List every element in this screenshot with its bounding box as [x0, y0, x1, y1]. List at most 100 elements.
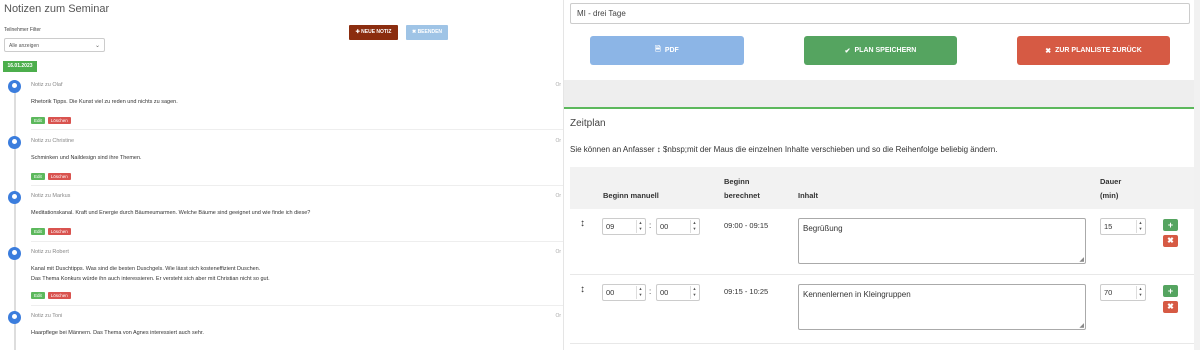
scrollbar[interactable]	[1194, 0, 1200, 350]
note-meta: Or	[555, 82, 561, 88]
minute-value: 00	[660, 288, 669, 297]
note-item: Notiz zu Christine Or Schminken und Nail…	[8, 136, 563, 191]
divider	[570, 343, 1195, 344]
note-meta: Or	[555, 249, 561, 255]
file-pdf-icon: 🗎	[655, 46, 661, 53]
time-separator: :	[649, 287, 652, 296]
col-begin-calc-line-2: berechnet	[724, 191, 760, 200]
drag-handle-icon: ↕	[656, 145, 661, 154]
col-begin-manual: Beginn manuell	[603, 191, 659, 200]
time-separator: :	[649, 221, 652, 230]
note-heading: Notiz zu Toni	[31, 313, 63, 319]
note-text: Kanal mit Duschtipps. Was sind die beste…	[31, 266, 261, 272]
spinner-icon[interactable]: ▲ ▼	[690, 220, 698, 233]
notes-title: Notizen zum Seminar	[4, 3, 110, 15]
spinner-icon[interactable]: ▲ ▼	[636, 220, 644, 233]
delete-button[interactable]: Löschen	[47, 292, 71, 299]
edit-button[interactable]: Edit	[31, 228, 45, 235]
table-row: ↕ 09 ▲ ▼ : 00 ▲ ▼ 09:00 - 09:15 Begrüßung …	[570, 210, 1195, 277]
note-item: Notiz zu Markus Or Meditationskanal. Kra…	[8, 191, 563, 246]
duration-value: 70	[1104, 288, 1113, 297]
delete-button[interactable]: Löschen	[47, 228, 71, 235]
note-item: Notiz zu Robert Or Kanal mit Duschtipps.…	[8, 247, 563, 310]
plan-name-input[interactable]: MI - drei Tage	[570, 3, 1190, 24]
divider	[31, 241, 563, 242]
spinner-icon[interactable]: ▲ ▼	[636, 286, 644, 299]
date-badge: 16.01.2023	[3, 61, 37, 72]
user-icon	[8, 311, 21, 324]
note-text: Schminken und Naildesign sind ihre Theme…	[31, 155, 142, 161]
edit-button[interactable]: Edit	[31, 117, 45, 124]
content-textarea[interactable]: Kennenlernen in Kleingruppen ◢	[798, 284, 1086, 330]
note-heading: Notiz zu Robert	[31, 249, 69, 255]
duration-input[interactable]: 15 ▲ ▼	[1100, 218, 1146, 235]
save-plan-label: PLAN SPEICHERN	[854, 47, 917, 54]
minute-value: 00	[660, 222, 669, 231]
minute-input[interactable]: 00 ▲ ▼	[656, 218, 700, 235]
resize-grip-icon[interactable]: ◢	[1079, 322, 1084, 329]
col-begin-calc-line-1: Beginn	[724, 177, 750, 186]
user-icon	[8, 136, 21, 149]
note-meta: Or	[555, 313, 561, 319]
note-heading: Notiz zu Christine	[31, 138, 75, 144]
divider	[31, 129, 563, 130]
hint-text: Sie können an Anfasser ↕ $nbsp;mit der M…	[570, 145, 997, 154]
note-heading: Notiz zu Markus	[31, 193, 71, 199]
content-value: Kennenlernen in Kleingruppen	[803, 290, 911, 299]
delete-button[interactable]: Löschen	[47, 117, 71, 124]
content-textarea[interactable]: Begrüßung ◢	[798, 218, 1086, 264]
duration-value: 15	[1104, 222, 1113, 231]
duration-input[interactable]: 70 ▲ ▼	[1100, 284, 1146, 301]
divider	[31, 185, 563, 186]
note-meta: Or	[555, 138, 561, 144]
remove-row-button[interactable]: ✖	[1163, 235, 1178, 247]
spinner-icon[interactable]: ▲ ▼	[690, 286, 698, 299]
check-icon: ✔	[844, 47, 851, 55]
spinner-icon[interactable]: ▲ ▼	[1136, 286, 1144, 299]
section-title: Zeitplan	[570, 118, 606, 129]
save-plan-button[interactable]: ✔ PLAN SPEICHERN	[804, 36, 957, 65]
new-note-button[interactable]: ✚ NEUE NOTIZ	[349, 25, 398, 40]
drag-handle-icon[interactable]: ↕	[580, 284, 585, 295]
participant-filter-select[interactable]: Alle anzeigen ⌄	[4, 38, 105, 52]
edit-button[interactable]: Edit	[31, 173, 45, 180]
end-button[interactable]: ✖ BEENDEN	[406, 25, 448, 40]
pdf-button[interactable]: 🗎 PDF	[590, 36, 744, 65]
hint-text-before: Sie können an Anfasser	[570, 145, 655, 154]
chevron-down-icon: ⌄	[94, 43, 100, 49]
col-content: Inhalt	[798, 191, 818, 200]
divider	[31, 305, 563, 306]
user-icon	[8, 191, 21, 204]
delete-button[interactable]: Löschen	[47, 173, 71, 180]
add-row-button[interactable]: +	[1163, 219, 1178, 231]
notes-panel: Notizen zum Seminar Teilnehmer Filter Al…	[0, 0, 563, 350]
remove-row-button[interactable]: ✖	[1163, 301, 1178, 313]
table-row: ↕ 00 ▲ ▼ : 00 ▲ ▼ 09:15 - 10:25 Kennenlern…	[570, 276, 1195, 344]
hour-input[interactable]: 09 ▲ ▼	[602, 218, 646, 235]
note-text: Meditationskanal. Kraft und Energie durc…	[31, 210, 311, 216]
resize-grip-icon[interactable]: ◢	[1079, 256, 1084, 263]
back-to-planlist-button[interactable]: ✖ ZUR PLANLISTE ZURÜCK	[1017, 36, 1170, 65]
calculated-time: 09:15 - 10:25	[724, 287, 769, 296]
note-item: Notiz zu Toni Or Haarpflege bei Männern.…	[8, 311, 563, 350]
content-value: Begrüßung	[803, 224, 843, 233]
hour-input[interactable]: 00 ▲ ▼	[602, 284, 646, 301]
note-meta: Or	[555, 193, 561, 199]
back-to-planlist-label: ZUR PLANLISTE ZURÜCK	[1055, 47, 1142, 54]
col-duration-line-2: (min)	[1100, 191, 1119, 200]
note-text: Haarpflege bei Männern. Das Thema von Ag…	[31, 330, 204, 336]
schedule-table-header: Beginn manuell Beginn berechnet Inhalt D…	[570, 167, 1195, 209]
divider	[570, 274, 1195, 275]
participant-filter-value: Alle anzeigen	[9, 43, 40, 49]
user-icon	[8, 80, 21, 93]
add-row-button[interactable]: +	[1163, 285, 1178, 297]
minute-input[interactable]: 00 ▲ ▼	[656, 284, 700, 301]
edit-button[interactable]: Edit	[31, 292, 45, 299]
hour-value: 00	[606, 288, 615, 297]
hint-text-after: $nbsp;mit der Maus die einzelnen Inhalte…	[662, 145, 998, 154]
user-icon	[8, 247, 21, 260]
close-icon: ✖	[1045, 47, 1052, 55]
pdf-button-label: PDF	[664, 47, 679, 54]
spinner-icon[interactable]: ▲ ▼	[1136, 220, 1144, 233]
drag-handle-icon[interactable]: ↕	[580, 218, 585, 229]
